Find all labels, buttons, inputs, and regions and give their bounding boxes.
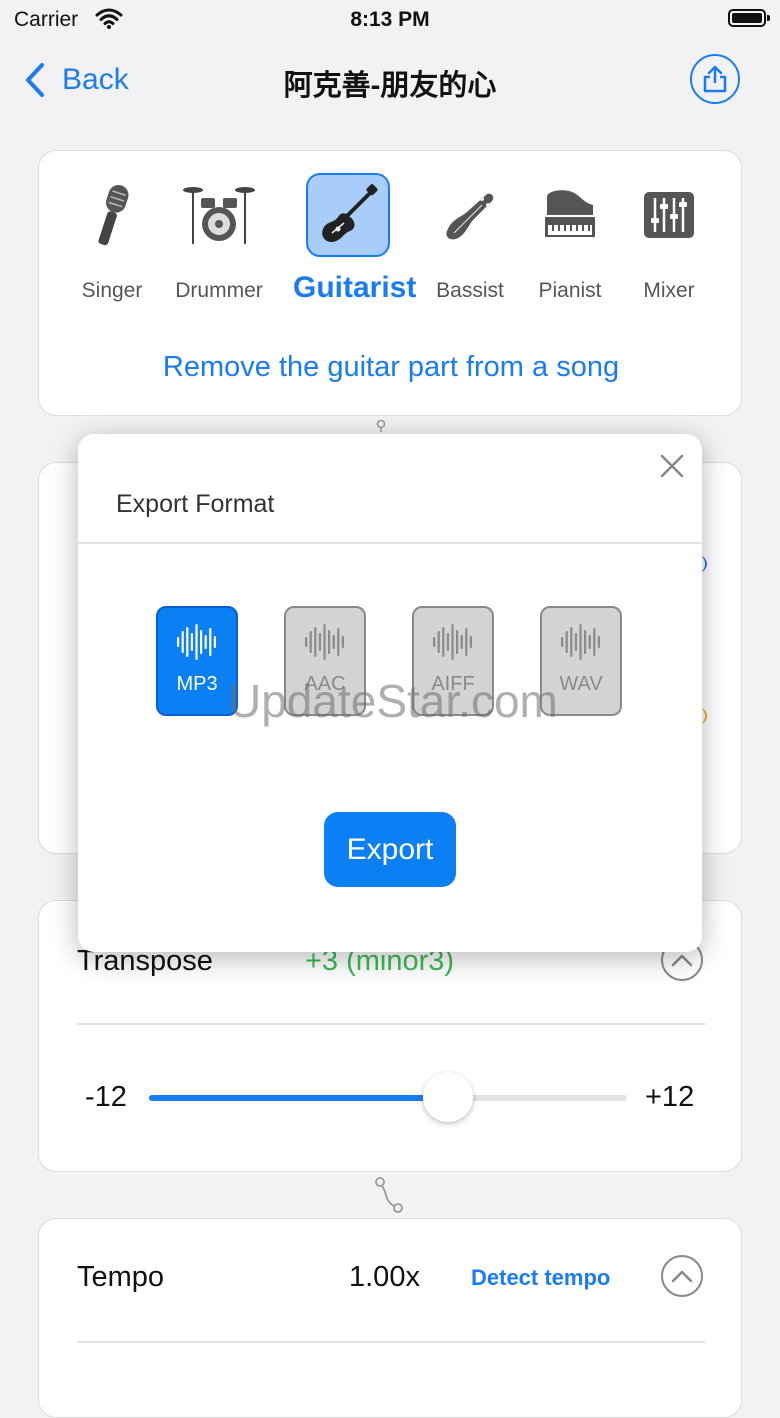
waveform-icon <box>177 624 216 660</box>
dialog-title: Export Format <box>116 490 275 518</box>
collapse-tempo-button[interactable] <box>661 1255 703 1297</box>
tempo-value: 1.00x <box>349 1261 420 1293</box>
role-label: Mixer <box>643 279 695 302</box>
share-button[interactable] <box>690 54 740 104</box>
role-drummer[interactable]: Drummer <box>164 173 274 303</box>
role-guitarist[interactable]: Guitarist <box>293 173 417 305</box>
waveform-icon <box>561 624 600 660</box>
format-label: MP3 <box>176 673 218 695</box>
role-label: Pianist <box>538 279 602 302</box>
role-mixer[interactable]: Mixer <box>614 173 724 303</box>
tempo-card: Tempo 1.00x Detect tempo <box>38 1218 742 1418</box>
grand-piano-icon <box>545 190 595 237</box>
role-label: Singer <box>81 279 143 302</box>
divider <box>77 1341 705 1343</box>
link-connector-icon <box>375 1177 403 1213</box>
connector-pin-icon <box>376 420 386 432</box>
chevron-up-icon <box>671 1270 693 1283</box>
slider-fill <box>149 1095 448 1101</box>
role-singer[interactable]: Singer <box>57 173 167 303</box>
page-title: 阿克善-朋友的心 <box>283 70 497 102</box>
role-selector-card: Singer Drummer Guitarist Bassist Pianist… <box>38 150 742 416</box>
waveform-icon <box>433 624 472 660</box>
clock: 8:13 PM <box>350 8 430 31</box>
role-pianist[interactable]: Pianist <box>515 173 625 303</box>
detect-tempo-button[interactable]: Detect tempo <box>471 1265 610 1291</box>
slider-max-label: +12 <box>645 1081 695 1113</box>
role-label: Guitarist <box>293 271 417 304</box>
mixer-sliders-icon <box>644 192 694 238</box>
share-icon <box>703 65 727 93</box>
export-button[interactable]: Export <box>324 812 456 887</box>
microphone-icon <box>98 185 129 246</box>
bass-guitar-icon <box>446 193 494 240</box>
divider <box>78 542 702 544</box>
close-icon[interactable] <box>656 450 688 482</box>
electric-guitar-icon <box>322 184 378 243</box>
role-label: Bassist <box>436 279 504 302</box>
chevron-up-icon <box>671 954 693 967</box>
role-label: Drummer <box>175 279 263 302</box>
battery-icon <box>728 9 770 27</box>
drum-kit-icon <box>183 187 255 244</box>
waveform-icon <box>305 624 344 660</box>
tempo-label: Tempo <box>77 1261 165 1293</box>
transpose-slider[interactable] <box>149 1095 627 1101</box>
role-bassist[interactable]: Bassist <box>415 173 525 303</box>
slider-thumb[interactable] <box>422 1072 473 1122</box>
format-option[interactable]: MP3 <box>156 606 238 716</box>
status-bar: Carrier 8:13 PM <box>0 0 780 40</box>
slider-min-label: -12 <box>85 1081 127 1113</box>
watermark: UpdateStar.com <box>228 675 558 727</box>
role-description: Remove the guitar part from a song <box>162 351 620 383</box>
divider <box>77 1023 705 1025</box>
